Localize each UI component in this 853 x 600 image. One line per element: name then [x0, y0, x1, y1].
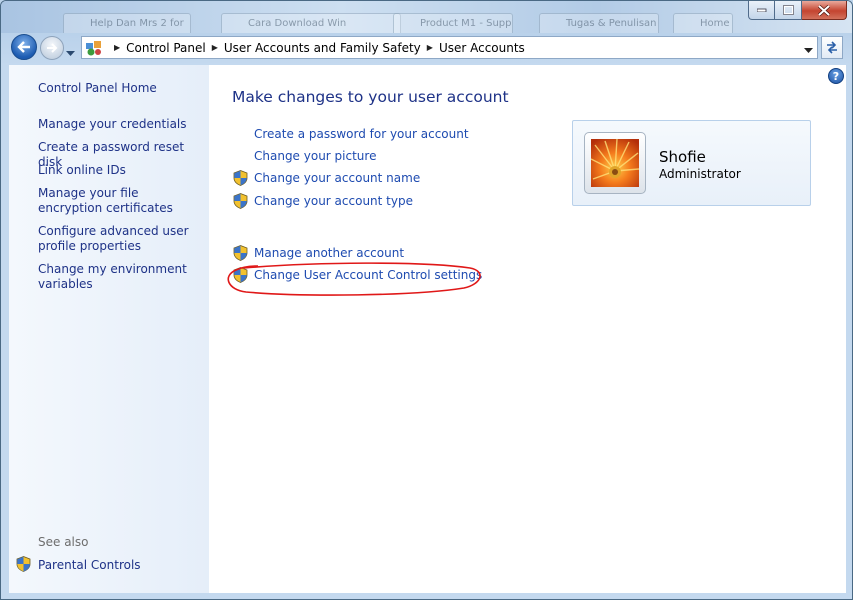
task-change-account-name[interactable]: Change your account name — [254, 171, 420, 185]
breadcrumb-user-accounts-family-safety[interactable]: User Accounts and Family Safety — [224, 41, 421, 55]
back-arrow-icon — [17, 41, 30, 53]
chevron-down-icon — [66, 51, 75, 56]
breadcrumb-control-panel[interactable]: Control Panel — [126, 41, 206, 55]
forward-button[interactable] — [40, 36, 64, 60]
breadcrumb-separator[interactable]: ▶ — [114, 43, 120, 52]
task-change-account-type[interactable]: Change your account type — [254, 194, 413, 208]
sidebar-item-environment-variables[interactable]: Change my environment variables — [38, 262, 203, 292]
help-icon: ? — [832, 69, 840, 83]
background-tab: Tugas & Penulisan — [539, 13, 659, 33]
refresh-button[interactable] — [821, 36, 843, 59]
minimize-icon — [756, 8, 766, 12]
refresh-icon — [827, 41, 837, 54]
maximize-button[interactable] — [775, 1, 802, 20]
close-button[interactable] — [802, 1, 847, 20]
uac-shield-icon — [233, 193, 248, 213]
account-name: Shofie — [659, 148, 706, 166]
page-title: Make changes to your user account — [232, 88, 509, 106]
breadcrumb-separator[interactable]: ▶ — [427, 43, 433, 52]
breadcrumb-separator[interactable]: ▶ — [212, 43, 218, 52]
recent-pages-button[interactable] — [66, 42, 75, 61]
breadcrumb-user-accounts[interactable]: User Accounts — [439, 41, 525, 55]
maximize-icon — [782, 5, 794, 15]
back-button[interactable] — [11, 34, 37, 60]
orange-flower-picture — [591, 139, 639, 187]
sidebar-item-link-online-ids[interactable]: Link online IDs — [38, 163, 203, 178]
avatar[interactable] — [584, 132, 646, 194]
title-bar[interactable]: Help Dan Mrs 2 for Cara Download Win Pro… — [1, 1, 852, 33]
navigation-bar: ▶ Control Panel ▶ User Accounts and Fami… — [1, 33, 852, 63]
see-also-heading: See also — [38, 535, 89, 549]
background-tab: Help Dan Mrs 2 for — [63, 13, 191, 33]
minimize-button[interactable] — [748, 1, 775, 20]
uac-shield-icon — [233, 170, 248, 190]
forward-arrow-icon — [47, 43, 58, 53]
task-change-picture[interactable]: Change your picture — [254, 149, 376, 163]
sidebar-item-manage-credentials[interactable]: Manage your credentials — [38, 117, 203, 132]
background-tab: Product M1 - Supply — [393, 13, 513, 33]
background-tab: Home — [673, 13, 733, 33]
sidebar-item-file-encryption[interactable]: Manage your file encryption certificates — [38, 186, 203, 216]
content-area: Control Panel Home Manage your credentia… — [9, 65, 846, 593]
account-role: Administrator — [659, 167, 741, 181]
close-icon — [818, 4, 830, 16]
sidebar-item-advanced-profile[interactable]: Configure advanced user profile properti… — [38, 224, 203, 254]
background-tab: Cara Download Win — [221, 13, 401, 33]
explorer-window: Help Dan Mrs 2 for Cara Download Win Pro… — [0, 0, 853, 600]
address-dropdown-button[interactable] — [804, 43, 813, 57]
account-card: Shofie Administrator — [572, 120, 811, 206]
control-panel-icon — [85, 40, 103, 56]
task-create-password[interactable]: Create a password for your account — [254, 127, 469, 141]
help-button[interactable]: ? — [828, 68, 844, 84]
sidebar: Control Panel Home Manage your credentia… — [9, 65, 209, 593]
chevron-down-icon — [804, 48, 813, 53]
sidebar-item-parental-controls[interactable]: Parental Controls — [38, 558, 141, 572]
sidebar-item-control-panel-home[interactable]: Control Panel Home — [38, 81, 203, 96]
task-manage-another-account[interactable]: Manage another account — [254, 246, 404, 260]
address-bar[interactable]: ▶ Control Panel ▶ User Accounts and Fami… — [81, 36, 818, 59]
red-circle-annotation — [227, 262, 481, 296]
uac-shield-icon — [16, 556, 31, 576]
